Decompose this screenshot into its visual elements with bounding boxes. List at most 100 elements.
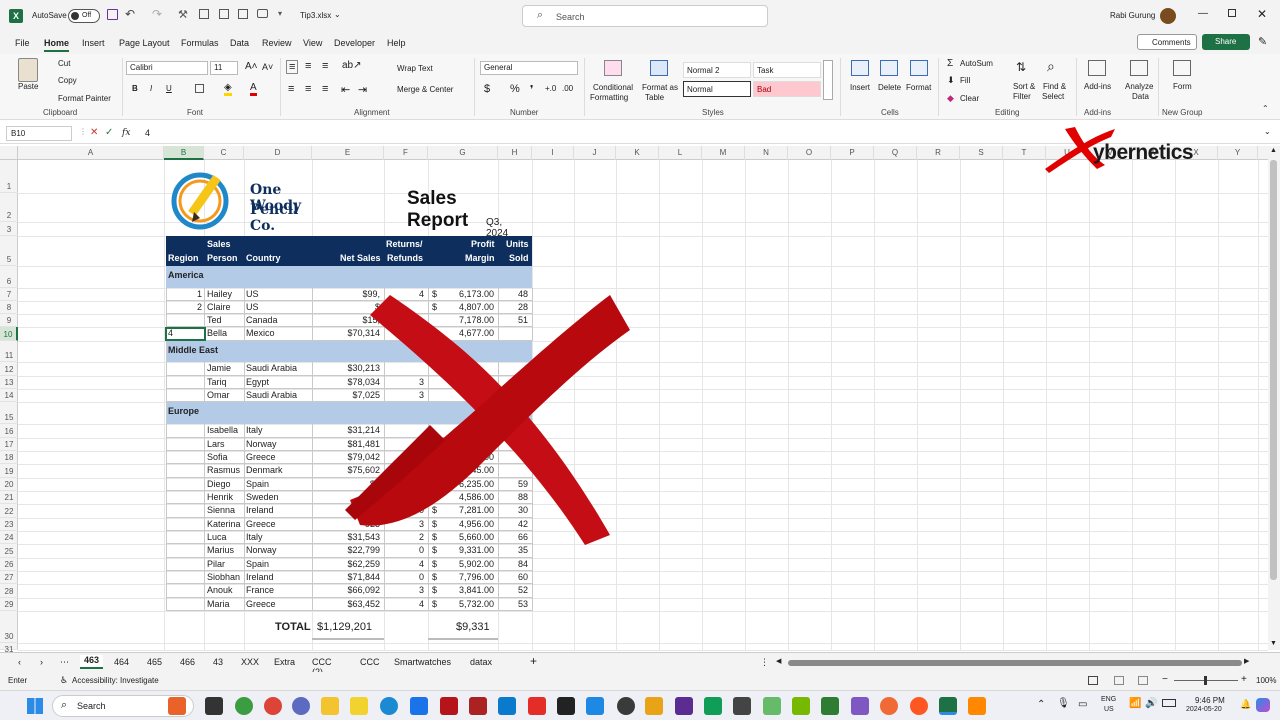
cell-d-21[interactable]: Sweden <box>244 491 312 504</box>
column-header-m[interactable]: M <box>702 146 745 160</box>
cell-c-28[interactable]: Anouk <box>205 584 244 597</box>
row-header-15[interactable]: 15 <box>0 402 18 424</box>
style-normal-2[interactable]: Normal 2 <box>683 62 751 78</box>
tab-file[interactable]: File <box>15 38 30 48</box>
row-header-12[interactable]: 12 <box>0 362 18 376</box>
taskbar-app-icon-15[interactable] <box>880 697 898 715</box>
row-header-10[interactable]: 10 <box>0 327 18 341</box>
sheet-tab-465[interactable]: 465 <box>147 657 162 667</box>
youtube-icon[interactable] <box>528 697 546 715</box>
sort-filter-button[interactable]: Sort & <box>1013 82 1035 91</box>
windows-start-icon[interactable] <box>27 698 43 714</box>
vertical-scrollbar[interactable]: ▲ ▼ <box>1268 146 1280 650</box>
underline-icon[interactable]: U <box>166 84 172 93</box>
column-header-i[interactable]: I <box>532 146 574 160</box>
cell-d-18[interactable]: Greece <box>244 451 312 464</box>
row-header-14[interactable]: 14 <box>0 389 18 402</box>
excel-taskbar-icon[interactable] <box>939 697 957 715</box>
row-header-8[interactable]: 8 <box>0 301 18 314</box>
cell-g-28[interactable]: 3,841.00 <box>440 584 496 597</box>
scroll-down-icon[interactable]: ▼ <box>1270 640 1277 647</box>
tray-icon-2[interactable]: ▭ <box>1078 699 1087 710</box>
search-box[interactable]: ⌕ Search <box>522 5 768 27</box>
clear-button[interactable]: Clear <box>960 94 979 103</box>
cell-d-25[interactable]: Norway <box>244 544 312 557</box>
column-header-b[interactable]: B <box>164 146 204 160</box>
cut-button[interactable]: Cut <box>58 59 70 68</box>
increase-decimal-icon[interactable]: +.0 <box>545 84 556 93</box>
undo-icon[interactable]: ↶ <box>125 7 135 21</box>
conditional-formatting-button-2[interactable]: Formatting <box>590 93 628 102</box>
zoom-level[interactable]: 100% <box>1256 676 1276 685</box>
cell-d-26[interactable]: Spain <box>244 558 312 571</box>
row-header-2[interactable]: 2 <box>0 193 18 222</box>
orientation-icon[interactable]: ab↗ <box>342 60 362 71</box>
taskbar-app-icon-3[interactable] <box>350 697 368 715</box>
autosave-toggle[interactable]: Off <box>68 9 100 23</box>
quick-access-icon-4[interactable] <box>238 9 248 19</box>
form-button[interactable]: Form <box>1173 82 1192 91</box>
customize-qat-icon[interactable]: ▾ <box>278 9 282 18</box>
sheet-tab-466[interactable]: 466 <box>180 657 195 667</box>
add-ins-icon[interactable] <box>1088 60 1106 76</box>
accessibility-status[interactable]: Accessibility: Investigate <box>72 676 159 685</box>
sheet-tab-datax[interactable]: datax <box>470 657 492 667</box>
form-icon[interactable] <box>1173 60 1191 76</box>
align-center-icon[interactable]: ≡ <box>305 83 311 95</box>
tab-insert[interactable]: Insert <box>82 38 105 48</box>
taskbar-app-icon-9[interactable] <box>675 697 693 715</box>
cell-d-12[interactable]: Saudi Arabia <box>244 362 312 375</box>
vlc-icon[interactable] <box>968 697 986 715</box>
zoom-in-icon[interactable]: + <box>1241 674 1247 685</box>
row-header-22[interactable]: 22 <box>0 504 18 518</box>
column-header-f[interactable]: F <box>384 146 428 160</box>
column-header-h[interactable]: H <box>498 146 532 160</box>
hscroll-right-icon[interactable]: ▶ <box>1244 657 1249 665</box>
file-name[interactable]: Tip3.xlsx <box>300 11 331 20</box>
redo-icon[interactable]: ↷ <box>152 7 162 21</box>
row-header-21[interactable]: 21 <box>0 491 18 504</box>
style-normal[interactable]: Normal <box>683 81 751 97</box>
row-header-20[interactable]: 20 <box>0 478 18 491</box>
chrome-icon-1[interactable] <box>235 697 253 715</box>
column-header-t[interactable]: T <box>1003 146 1046 160</box>
percent-icon[interactable]: % <box>510 83 520 95</box>
column-header-c[interactable]: C <box>204 146 244 160</box>
row-header-29[interactable]: 29 <box>0 598 18 611</box>
bold-icon[interactable]: B <box>132 84 138 93</box>
row-header-24[interactable]: 24 <box>0 531 18 544</box>
taskbar-app-icon-11[interactable] <box>733 697 751 715</box>
cell-c-14[interactable]: Omar <box>205 389 244 402</box>
vscode-icon[interactable] <box>498 697 516 715</box>
row-header-7[interactable]: 7 <box>0 288 18 301</box>
taskbar-app-icon-12[interactable] <box>763 697 781 715</box>
calendar-icon[interactable] <box>410 697 428 715</box>
row-header-11[interactable]: 11 <box>0 341 18 362</box>
active-cell-b10[interactable] <box>165 327 206 341</box>
analyze-data-button-2[interactable]: Data <box>1132 92 1149 101</box>
cell-f-27[interactable]: 0 <box>384 571 426 584</box>
column-header-a[interactable]: A <box>18 146 164 160</box>
column-header-e[interactable]: E <box>312 146 384 160</box>
cell-d-16[interactable]: Italy <box>244 424 312 437</box>
paste-icon[interactable] <box>18 58 38 82</box>
sheet-tab-ccc[interactable]: CCC <box>360 657 380 667</box>
row-header-3[interactable]: 3 <box>0 222 18 236</box>
cell-c-16[interactable]: Isabella <box>205 424 244 437</box>
row-header-31[interactable]: 31 <box>0 643 18 654</box>
collapse-ribbon-icon[interactable]: ⌃ <box>1262 104 1269 113</box>
taskbar-app-icon-5[interactable] <box>557 697 575 715</box>
quick-access-icon-1[interactable]: ⚒ <box>178 8 188 21</box>
column-header-n[interactable]: N <box>745 146 788 160</box>
taskbar-app-icon-14[interactable] <box>851 697 869 715</box>
clock-date[interactable]: 2024-05-20 <box>1186 706 1222 713</box>
zoom-slider-thumb[interactable] <box>1204 676 1207 685</box>
close-icon[interactable]: ✕ <box>1257 7 1267 21</box>
column-header-j[interactable]: J <box>574 146 616 160</box>
formula-input[interactable]: 4 <box>145 128 150 138</box>
volume-icon[interactable]: 🔊 <box>1145 698 1157 709</box>
comma-icon[interactable]: ❜ <box>530 83 534 96</box>
cell-c-7[interactable]: Hailey <box>205 288 244 301</box>
page-layout-view-icon[interactable] <box>1114 676 1124 685</box>
align-right-icon[interactable]: ≡ <box>322 83 328 95</box>
